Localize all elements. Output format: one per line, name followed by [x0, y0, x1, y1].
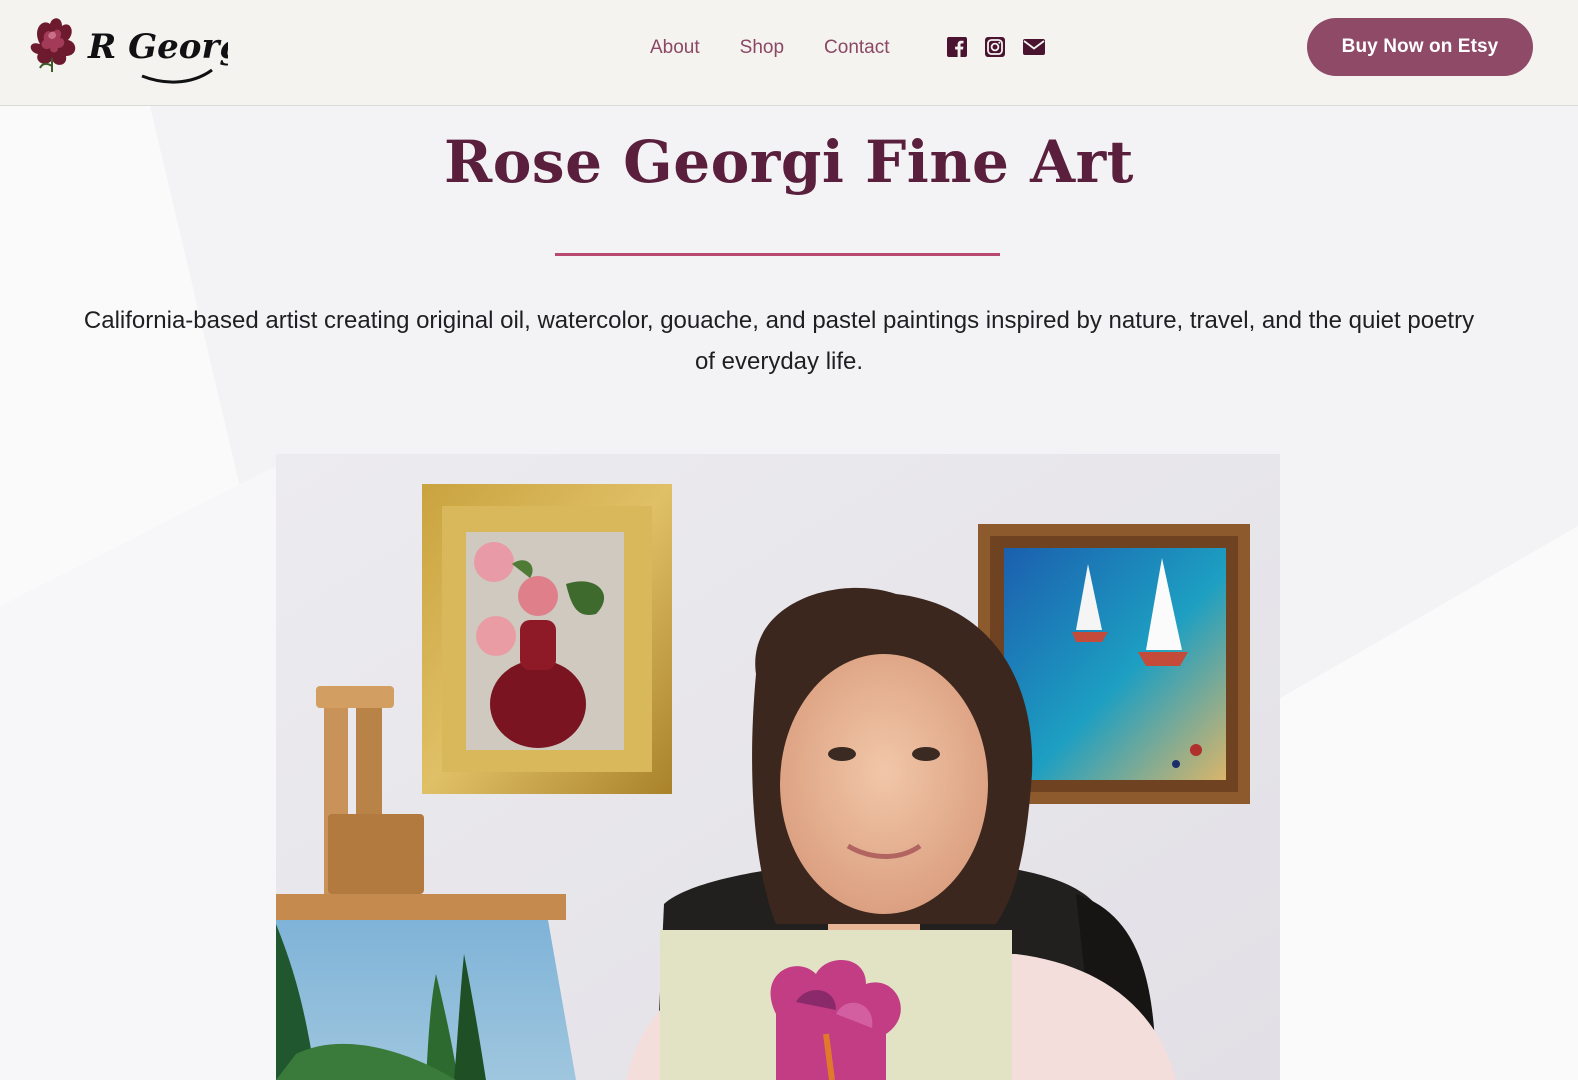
site-header: R Georgi About Shop Contact [0, 0, 1578, 106]
hero-tagline: California-based artist creating origina… [83, 307, 1475, 375]
nav-about-link[interactable]: About [650, 34, 700, 62]
main-nav: About Shop Contact [650, 34, 930, 62]
iris-painting [660, 930, 1012, 1080]
logo[interactable]: R Georgi [22, 10, 228, 90]
page-title: Rose Georgi Fine Art [444, 128, 1134, 196]
landscape-painting [276, 920, 576, 1080]
instagram-icon[interactable] [984, 36, 1006, 58]
facebook-icon[interactable] [946, 36, 968, 58]
title-divider [555, 253, 1000, 256]
email-icon[interactable] [1022, 36, 1046, 58]
roses-painting [422, 484, 672, 794]
nav-shop-link[interactable]: Shop [740, 34, 784, 62]
nav-contact-link[interactable]: Contact [824, 34, 889, 62]
logo-text: R Georgi [87, 27, 228, 67]
social-links [946, 36, 1046, 58]
artist-portrait-photo [276, 454, 1280, 1080]
buy-on-etsy-button[interactable]: Buy Now on Etsy [1307, 18, 1533, 76]
iris-flower-icon [30, 18, 76, 72]
